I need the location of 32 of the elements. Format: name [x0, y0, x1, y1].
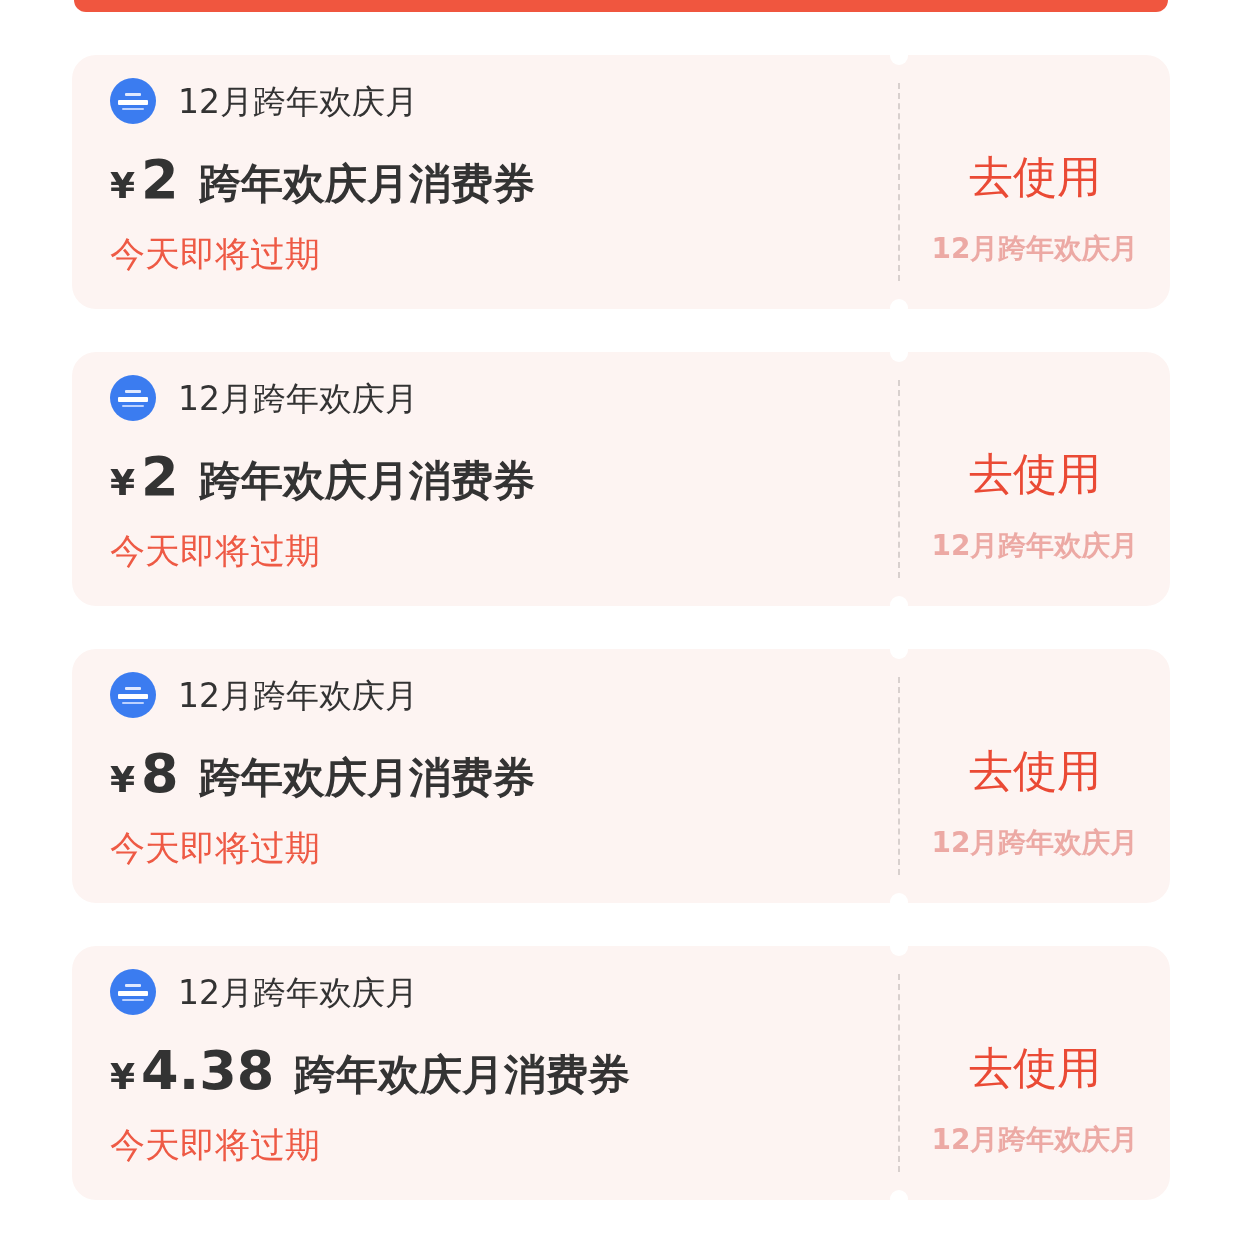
use-button[interactable]: 去使用: [969, 749, 1101, 793]
currency-sign: ¥: [110, 1059, 136, 1095]
currency-sign: ¥: [110, 762, 136, 798]
logo-icon: [110, 78, 156, 124]
brand-name: 12月跨年欢庆月: [178, 975, 418, 1009]
use-button[interactable]: 去使用: [969, 1046, 1101, 1090]
expiry-text: 今天即将过期: [110, 1128, 321, 1163]
brand-name: 12月跨年欢庆月: [178, 84, 418, 118]
expiry-text: 今天即将过期: [110, 237, 321, 272]
coupon-title: 跨年欢庆月消费券: [198, 757, 535, 799]
brand-name: 12月跨年欢庆月: [178, 678, 418, 712]
stub-label: 12月跨年欢庆月: [931, 829, 1139, 857]
coupon-title: 跨年欢庆月消费券: [294, 1054, 631, 1096]
coupon-title: 跨年欢庆月消费券: [198, 163, 535, 205]
currency-sign: ¥: [110, 168, 136, 204]
coupon-amount: 4.38: [141, 1044, 275, 1098]
coupon-amount: 2: [141, 450, 179, 504]
stub-label: 12月跨年欢庆月: [931, 1126, 1139, 1154]
coupon-amount: 2: [141, 153, 179, 207]
logo-icon: [110, 969, 156, 1015]
expiry-text: 今天即将过期: [110, 534, 321, 569]
use-button[interactable]: 去使用: [969, 452, 1101, 496]
brand-name: 12月跨年欢庆月: [178, 381, 418, 415]
logo-icon: [110, 672, 156, 718]
currency-sign: ¥: [110, 465, 136, 501]
stub-label: 12月跨年欢庆月: [931, 235, 1139, 263]
expiry-text: 今天即将过期: [110, 831, 321, 866]
coupon-title: 跨年欢庆月消费券: [198, 460, 535, 502]
logo-icon: [110, 375, 156, 421]
coupon-amount: 8: [141, 747, 179, 801]
stub-label: 12月跨年欢庆月: [931, 532, 1139, 560]
use-button[interactable]: 去使用: [969, 155, 1101, 199]
